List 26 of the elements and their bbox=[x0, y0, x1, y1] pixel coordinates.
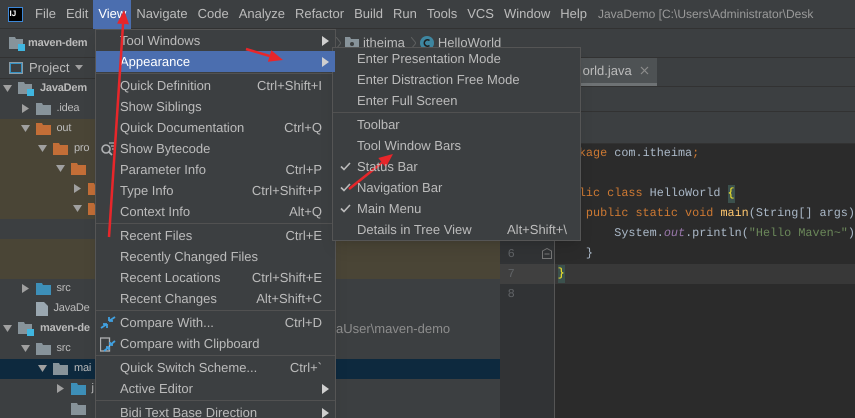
tree-label: mai bbox=[74, 361, 92, 376]
module-path: aUser\maven-demo bbox=[336, 320, 450, 338]
code-line: public static void main(String[] args) bbox=[584, 205, 855, 222]
tree-label: JavaDe bbox=[54, 301, 90, 316]
shortcut-text: Ctrl+Shift+P bbox=[252, 182, 322, 200]
tree-label: JavaDem bbox=[40, 81, 87, 96]
shortcut-text: Ctrl+Shift+E bbox=[252, 268, 322, 287]
tree-label: j bbox=[92, 381, 94, 396]
tree-label: .idea bbox=[56, 101, 80, 116]
shortcut-text: Alt+Q bbox=[289, 202, 322, 221]
tree-label: maven-de bbox=[40, 321, 90, 336]
shortcut-text: Ctrl+P bbox=[286, 160, 322, 179]
app-logo: IJ bbox=[8, 6, 22, 22]
tree-label: src bbox=[56, 281, 71, 296]
code-line: } bbox=[584, 245, 594, 262]
shortcut-text: Ctrl+Shift+I bbox=[256, 76, 322, 95]
shortcut-text: Ctrl+E bbox=[286, 226, 322, 245]
tree-label: pro bbox=[74, 141, 90, 156]
tree-label: out bbox=[56, 121, 72, 136]
shortcut-text: Alt+Shift+C bbox=[256, 290, 322, 308]
shortcut-text: Alt+Shift+\ bbox=[507, 220, 567, 239]
shortcut-text: Ctrl+D bbox=[284, 314, 322, 332]
tree-label: src bbox=[56, 341, 71, 356]
shortcut-text: Ctrl+Q bbox=[284, 118, 322, 137]
window-title: JavaDemo [C:\Users\Administrator\Desk bbox=[598, 6, 814, 23]
shortcut-text: Ctrl+` bbox=[290, 358, 322, 377]
